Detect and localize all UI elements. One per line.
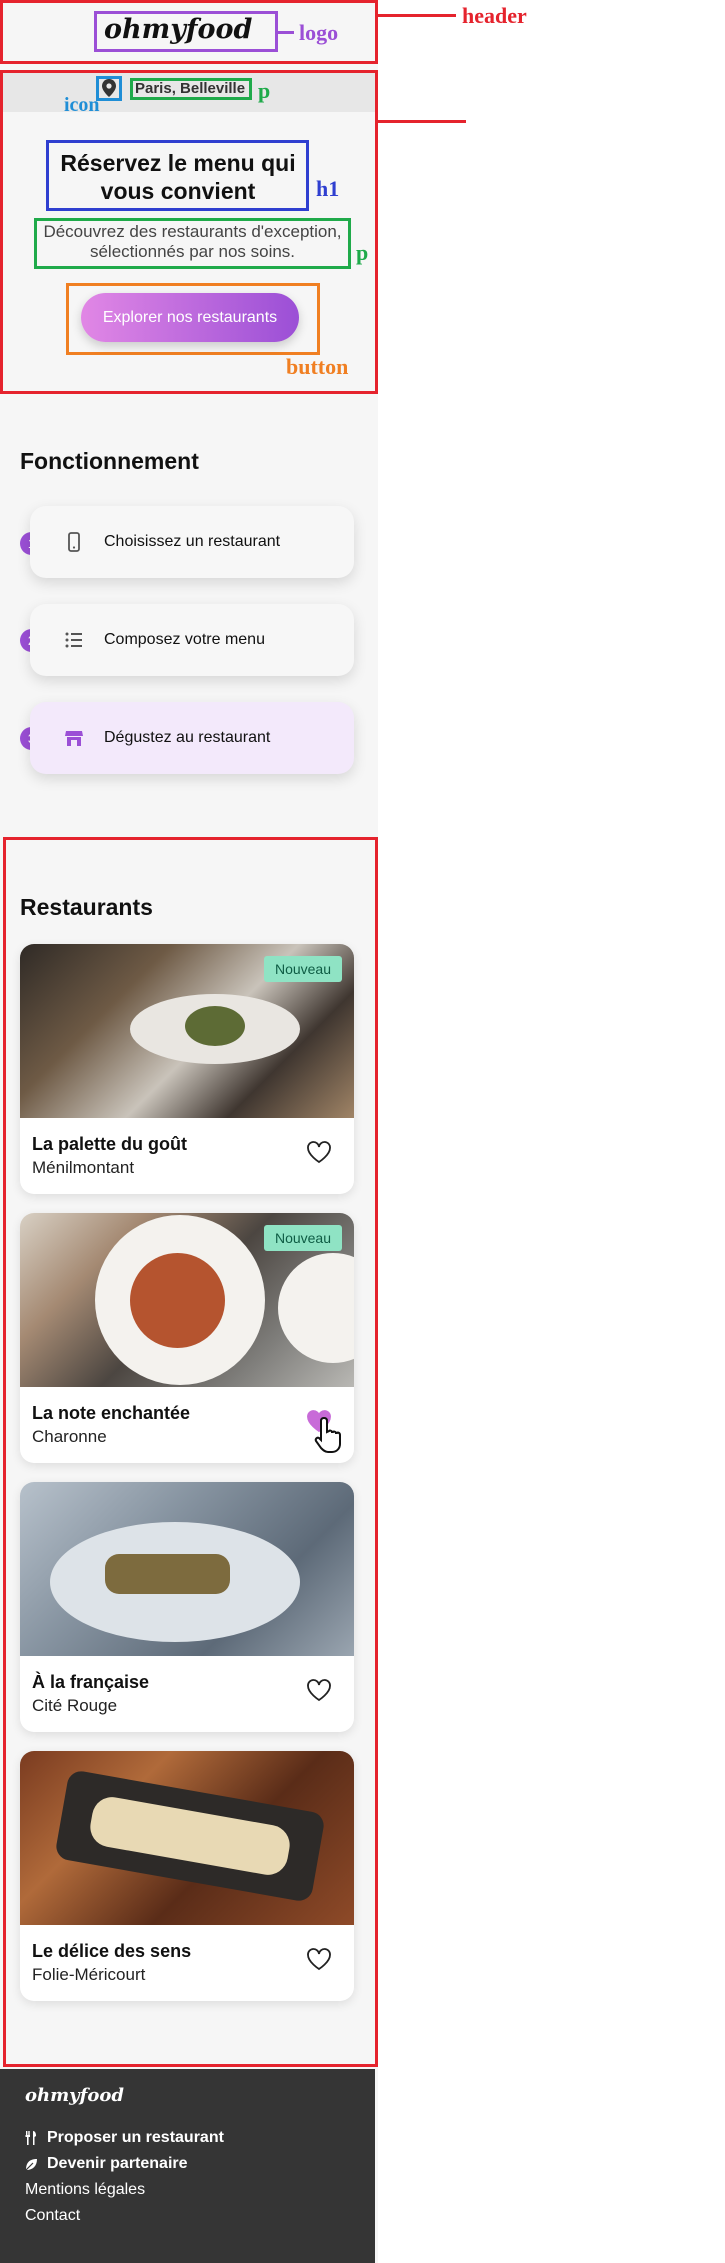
step-card-compose: Composez votre menu <box>30 604 354 676</box>
plate-shape <box>278 1253 354 1363</box>
hero-annotation-line <box>378 120 466 123</box>
footer-logo[interactable]: ohmyfood <box>25 2085 124 2106</box>
logo-annotation-line <box>278 31 294 34</box>
food-shape <box>105 1554 230 1594</box>
leaf-icon <box>25 2159 37 2171</box>
icon-annotation-label: icon <box>64 94 100 116</box>
restaurant-area: Charonne <box>32 1427 107 1446</box>
step-card-choose: Choisissez un restaurant <box>30 506 354 578</box>
header-annotation-line <box>378 14 456 17</box>
button-annotation-label: button <box>286 354 349 379</box>
h1-annotation-label: h1 <box>316 176 340 201</box>
step-label: Dégustez au restaurant <box>104 729 271 746</box>
mobile-phone-icon <box>68 532 80 552</box>
step-label: Composez votre menu <box>104 631 265 648</box>
location-text: Paris, Belleville <box>135 80 246 97</box>
restaurant-photo <box>20 1751 354 1925</box>
food-shape <box>185 1006 245 1046</box>
header-annotation-label: header <box>462 3 527 28</box>
hero-title: Réservez le menu qui vous convient <box>60 150 296 204</box>
how-section-title: Fonctionnement <box>20 448 199 474</box>
restaurant-card[interactable]: À la française Cité Rouge <box>20 1482 354 1732</box>
list-icon <box>65 632 82 648</box>
restaurant-area: Cité Rouge <box>32 1696 118 1715</box>
new-badge: Nouveau <box>263 1225 342 1251</box>
restaurant-name: À la française <box>32 1672 150 1692</box>
restaurant-name: La note enchantée <box>32 1403 191 1423</box>
logo-annotation-label: logo <box>299 20 339 45</box>
hero-subtitle: Découvrez des restaurants d'exception, s… <box>43 222 342 261</box>
store-icon <box>65 731 83 746</box>
heart-icon[interactable] <box>306 1678 332 1702</box>
restaurant-name: Le délice des sens <box>32 1941 192 1961</box>
restaurant-card[interactable]: Nouveau La note enchantée Charonne <box>20 1213 354 1463</box>
location-pin-icon <box>102 79 116 97</box>
restaurant-area: Ménilmontant <box>32 1158 135 1177</box>
logo[interactable]: ohmyfood <box>104 14 252 45</box>
footer-link-contact[interactable]: Contact <box>25 2207 80 2225</box>
hand-cursor-icon <box>314 1416 341 1453</box>
restaurant-name: La palette du goût <box>32 1134 187 1154</box>
heart-icon[interactable] <box>306 1140 332 1164</box>
footer: ohmyfood Proposer un restaurant Devenir … <box>0 2069 375 2263</box>
footer-link-legal[interactable]: Mentions légales <box>25 2181 145 2199</box>
restaurant-area: Folie-Méricourt <box>32 1965 146 1984</box>
location-p-annotation-label: p <box>258 78 271 103</box>
subtitle-p-annotation-label: p <box>356 240 369 265</box>
restaurant-photo <box>20 1482 354 1656</box>
step-label: Choisissez un restaurant <box>104 533 281 550</box>
footer-link-partner[interactable]: Devenir partenaire <box>47 2155 188 2173</box>
explore-restaurants-button[interactable]: Explorer nos restaurants <box>81 293 299 342</box>
restaurant-card[interactable]: Le délice des sens Folie-Méricourt <box>20 1751 354 2001</box>
restaurant-card[interactable]: Nouveau La palette du goût Ménilmontant <box>20 944 354 1194</box>
food-shape <box>130 1253 225 1348</box>
footer-link-propose[interactable]: Proposer un restaurant <box>47 2129 224 2147</box>
restaurants-section-title: Restaurants <box>20 894 153 920</box>
step-card-enjoy: Dégustez au restaurant <box>30 702 354 774</box>
utensils-icon <box>25 2131 36 2145</box>
heart-icon[interactable] <box>306 1947 332 1971</box>
new-badge: Nouveau <box>263 956 342 982</box>
